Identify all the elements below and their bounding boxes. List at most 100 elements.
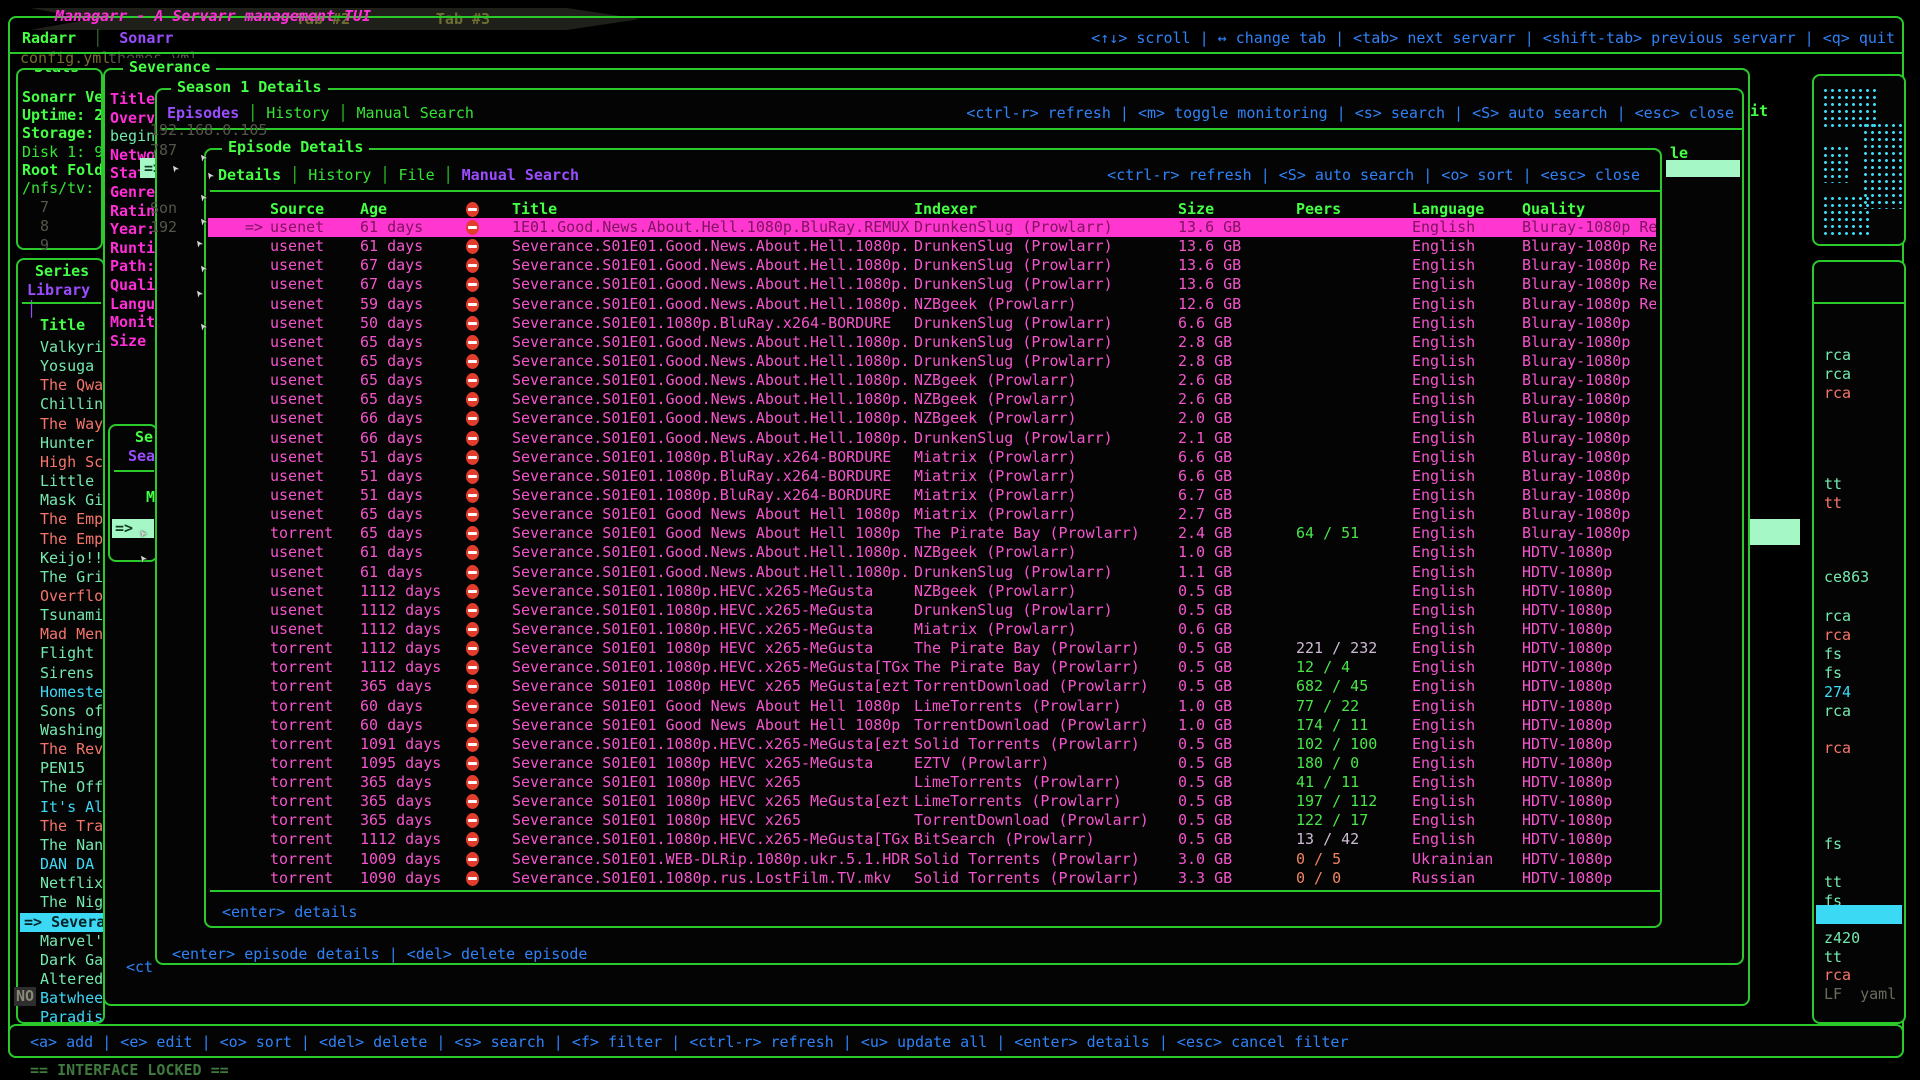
release-row[interactable]: usenet65 daysSeverance.S01E01.Good.News.…	[208, 371, 1656, 390]
series-library-item[interactable]: => Severan	[20, 913, 105, 932]
table-bottom-divider	[210, 890, 1660, 892]
release-row[interactable]: usenet65 daysSeverance.S01E01.Good.News.…	[208, 352, 1656, 371]
series-library-item[interactable]: Mad Men	[20, 625, 105, 644]
series-library-item[interactable]: Homeste	[20, 683, 105, 702]
series-library-item[interactable]: The Rev	[20, 740, 105, 759]
series-library-item[interactable]: Mask Gi	[20, 491, 105, 510]
series-library-item[interactable]: Dark Ga	[20, 951, 105, 970]
release-row[interactable]: =>usenet61 days1E01.Good.News.About.Hell…	[208, 218, 1656, 237]
release-row[interactable]: torrent60 daysSeverance S01E01 Good News…	[208, 697, 1656, 716]
series-library-item[interactable]: PEN15	[20, 759, 105, 778]
release-row[interactable]: torrent1090 daysSeverance.S01E01.1080p.r…	[208, 869, 1656, 888]
tab-sonarr[interactable]: Sonarr	[119, 29, 173, 47]
release-row[interactable]: torrent60 daysSeverance S01E01 Good News…	[208, 716, 1656, 735]
series-library-item[interactable]: The Gri	[20, 568, 105, 587]
series-library-item[interactable]: Sons of	[20, 702, 105, 721]
tab-history[interactable]: History	[308, 166, 371, 185]
release-row[interactable]: torrent1112 daysSeverance S01E01 1080p H…	[208, 639, 1656, 658]
series-library-item[interactable]: The Emp	[20, 510, 105, 529]
release-row[interactable]: torrent1091 daysSeverance.S01E01.1080p.H…	[208, 735, 1656, 754]
release-row[interactable]: usenet51 daysSeverance.S01E01.1080p.BluR…	[208, 486, 1656, 505]
release-row[interactable]: usenet67 daysSeverance.S01E01.Good.News.…	[208, 256, 1656, 275]
series-library-item[interactable]: Flight	[20, 644, 105, 663]
series-library-item[interactable]: Tsunami	[20, 606, 105, 625]
release-language: English	[1412, 314, 1522, 333]
release-row[interactable]: usenet51 daysSeverance.S01E01.1080p.BluR…	[208, 467, 1656, 486]
tab-history[interactable]: History	[266, 104, 329, 123]
release-title: Severance.S01E01.WEB-DLRip.1080p.ukr.5.1…	[512, 850, 914, 869]
release-age: 61 days	[360, 543, 466, 562]
tab-radarr[interactable]: Radarr	[22, 29, 76, 47]
release-size: 1.0 GB	[1178, 697, 1296, 716]
scrollbar-thumb[interactable]	[1748, 519, 1800, 545]
release-row[interactable]: usenet1112 daysSeverance.S01E01.1080p.HE…	[208, 601, 1656, 620]
tab-separator: │	[371, 166, 398, 185]
series-library-item[interactable]: Sirens	[20, 664, 105, 683]
release-row[interactable]: usenet65 daysSeverance.S01E01.Good.News.…	[208, 333, 1656, 352]
background-text-fragment: fs	[1824, 835, 1842, 854]
release-row[interactable]: torrent1095 daysSeverance S01E01 1080p H…	[208, 754, 1656, 773]
release-row[interactable]: torrent1009 daysSeverance.S01E01.WEB-DLR…	[208, 850, 1656, 869]
series-library-item[interactable]: Marvel'	[20, 932, 105, 951]
series-library-item[interactable]: Paradis	[20, 1008, 105, 1024]
release-row[interactable]: usenet59 daysSeverance.S01E01.Good.News.…	[208, 295, 1656, 314]
series-library-item[interactable]: The Tra	[20, 817, 105, 836]
series-library-item[interactable]: Little	[20, 472, 105, 491]
release-row[interactable]: torrent365 daysSeverance S01E01 1080p HE…	[208, 811, 1656, 830]
release-row[interactable]: usenet1112 daysSeverance.S01E01.1080p.HE…	[208, 620, 1656, 639]
release-row[interactable]: usenet65 daysSeverance S01E01 Good News …	[208, 505, 1656, 524]
release-row[interactable]: usenet66 daysSeverance.S01E01.Good.News.…	[208, 429, 1656, 448]
series-library-item[interactable]: Valkyri	[20, 338, 105, 357]
release-row[interactable]: usenet65 daysSeverance.S01E01.Good.News.…	[208, 390, 1656, 409]
series-library-item[interactable]: Hunter	[20, 434, 105, 453]
series-library-item[interactable]: Chillin	[20, 395, 105, 414]
release-row[interactable]: torrent365 daysSeverance S01E01 1080p HE…	[208, 773, 1656, 792]
series-library-item[interactable]: The Emp	[20, 530, 105, 549]
release-age: 60 days	[360, 697, 466, 716]
release-peers	[1296, 352, 1412, 371]
series-library-item[interactable]: The Way	[20, 415, 105, 434]
release-row[interactable]: torrent365 daysSeverance S01E01 1080p HE…	[208, 792, 1656, 811]
series-library-item[interactable]: The Qwa	[20, 376, 105, 395]
series-library-item[interactable]: Washing	[20, 721, 105, 740]
release-age: 51 days	[360, 448, 466, 467]
release-row[interactable]: usenet61 daysSeverance.S01E01.Good.News.…	[208, 563, 1656, 582]
release-size: 0.6 GB	[1178, 620, 1296, 639]
release-row[interactable]: torrent1112 daysSeverance.S01E01.1080p.H…	[208, 830, 1656, 849]
release-row[interactable]: usenet61 daysSeverance.S01E01.Good.News.…	[208, 237, 1656, 256]
series-library-item[interactable]: Netflix	[20, 874, 105, 893]
release-row[interactable]: torrent65 daysSeverance S01E01 Good News…	[208, 524, 1656, 543]
series-library-item[interactable]: Keijo!!	[20, 549, 105, 568]
release-source: usenet	[270, 218, 360, 237]
global-keybind-bar: <↑↓> scroll | ↔ change tab | <tab> next …	[1091, 29, 1895, 48]
release-row[interactable]: usenet1112 daysSeverance.S01E01.1080p.HE…	[208, 582, 1656, 601]
scrollbar-thumb[interactable]	[1666, 160, 1740, 177]
release-row[interactable]: torrent1112 daysSeverance.S01E01.1080p.H…	[208, 658, 1656, 677]
tab-file[interactable]: File	[399, 166, 435, 185]
release-title: Severance S01E01 1080p HEVC x265	[512, 773, 914, 792]
release-row[interactable]: usenet50 daysSeverance.S01E01.1080p.BluR…	[208, 314, 1656, 333]
series-library-item[interactable]: Yosuga	[20, 357, 105, 376]
release-row[interactable]: usenet51 daysSeverance.S01E01.1080p.BluR…	[208, 448, 1656, 467]
series-library-item[interactable]: The Off	[20, 778, 105, 797]
series-library-item[interactable]: Overflo	[20, 587, 105, 606]
series-library-item[interactable]: The Nig	[20, 893, 105, 912]
release-title: Severance.S01E01.Good.News.About.Hell.10…	[512, 409, 914, 428]
rejected-icon	[466, 316, 479, 331]
release-age: 67 days	[360, 275, 466, 294]
tab-manual-search[interactable]: Manual Search	[462, 166, 579, 185]
tab-details[interactable]: Details	[218, 166, 281, 185]
series-library-item[interactable]: It's Al	[20, 798, 105, 817]
series-library-item[interactable]: High Sc	[20, 453, 105, 472]
release-age: 365 days	[360, 811, 466, 830]
series-library-item[interactable]: DAN DA	[20, 855, 105, 874]
release-peers: 174 / 11	[1296, 716, 1412, 735]
release-row[interactable]: usenet61 daysSeverance.S01E01.Good.News.…	[208, 543, 1656, 562]
release-row[interactable]: torrent365 daysSeverance S01E01 1080p HE…	[208, 677, 1656, 696]
series-library-item[interactable]: The Nan	[20, 836, 105, 855]
release-row[interactable]: usenet67 daysSeverance.S01E01.Good.News.…	[208, 275, 1656, 294]
row-selection-arrow	[208, 869, 270, 888]
release-row[interactable]: usenet66 daysSeverance.S01E01.Good.News.…	[208, 409, 1656, 428]
tab-manual-search[interactable]: Manual Search	[357, 104, 474, 123]
release-age: 50 days	[360, 314, 466, 333]
